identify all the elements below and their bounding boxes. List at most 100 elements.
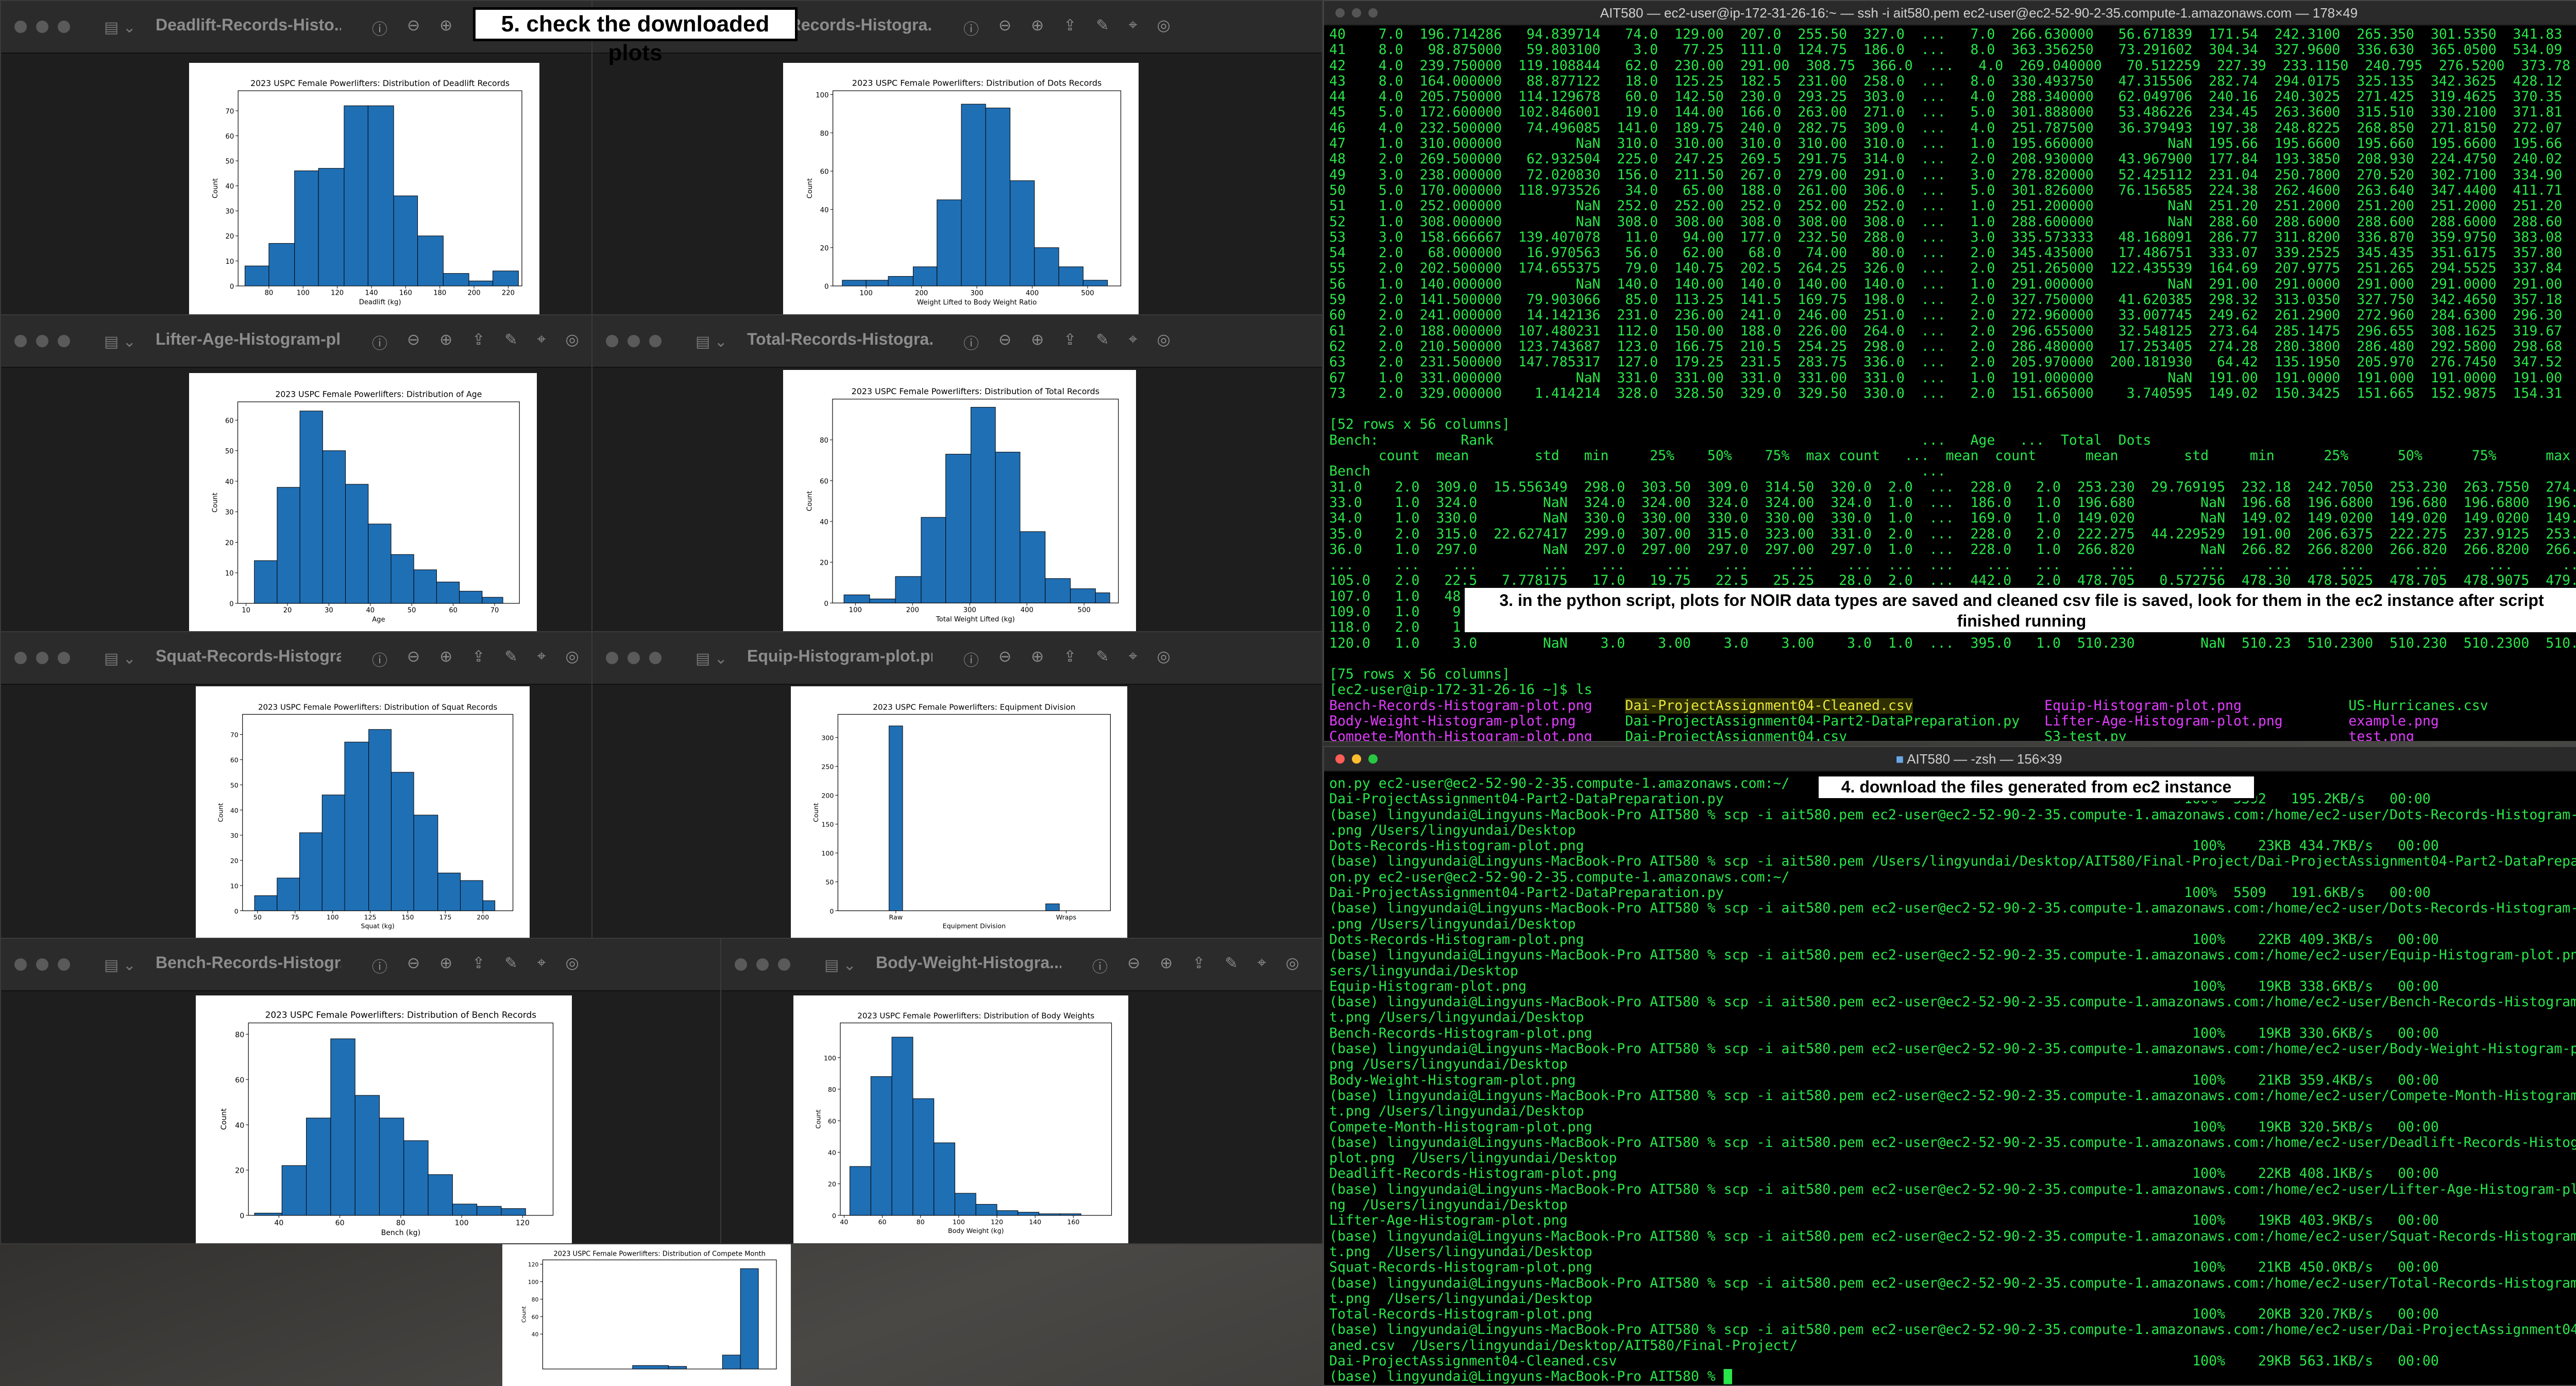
- close-button[interactable]: [14, 21, 27, 33]
- sidebar-icon[interactable]: ▤ ⌄: [104, 19, 136, 37]
- info-icon[interactable]: ⓘ: [963, 331, 979, 353]
- search-icon[interactable]: ◎: [565, 648, 579, 670]
- preview-tools[interactable]: ⓘ ⊖ ⊕ ⇪ ✎ ⌖ ◎: [372, 954, 579, 977]
- share-icon[interactable]: ⇪: [1063, 331, 1076, 353]
- preview-window[interactable]: ▤ ⌄Deadlift-Records-Histo...ⓘ⊖⊕⇪✎⌖◎2023 …: [0, 0, 594, 317]
- rotate-icon[interactable]: ⌖: [1129, 16, 1138, 39]
- minimize-button[interactable]: [36, 335, 48, 347]
- preview-tools[interactable]: ⓘ ⊖ ⊕ ⇪ ✎ ⌖ ◎: [1092, 954, 1299, 977]
- rotate-icon[interactable]: ⌖: [537, 648, 546, 670]
- zoom-button[interactable]: [58, 652, 70, 664]
- rotate-icon[interactable]: ⌖: [1129, 648, 1138, 670]
- close-button[interactable]: [14, 958, 27, 971]
- share-icon[interactable]: ⇪: [1063, 648, 1076, 670]
- share-icon[interactable]: ⇪: [472, 331, 485, 353]
- info-icon[interactable]: ⓘ: [963, 16, 979, 39]
- sidebar-icon[interactable]: ▤ ⌄: [824, 956, 856, 974]
- rotate-icon[interactable]: ⌖: [1129, 331, 1138, 353]
- zoom-in-icon[interactable]: ⊕: [439, 16, 452, 39]
- window-controls[interactable]: [735, 958, 790, 971]
- info-icon[interactable]: ⓘ: [372, 16, 387, 39]
- info-icon[interactable]: ⓘ: [1092, 954, 1108, 977]
- preview-toolbar[interactable]: ▤ ⌄ Squat-Records-Histogra... ⓘ ⊖ ⊕ ⇪ ✎ ⌖ ◎: [1, 632, 592, 685]
- zoom-out-icon[interactable]: ⊖: [407, 648, 420, 670]
- zoom-button[interactable]: [58, 21, 70, 33]
- preview-window[interactable]: ▤ ⌄ Bench-Records-Histogr... ⓘ ⊖ ⊕ ⇪ ✎ ⌖ ◎ 2023 U…: [0, 938, 722, 1244]
- window-controls[interactable]: [606, 335, 662, 347]
- preview-window[interactable]: ▤ ⌄ Body-Weight-Histogra... ⓘ ⊖ ⊕ ⇪ ✎ ⌖ ◎ 2023 US…: [720, 938, 1323, 1244]
- share-icon[interactable]: ⇪: [1063, 16, 1076, 39]
- markup-icon[interactable]: ✎: [504, 648, 517, 670]
- zoom-button[interactable]: [649, 335, 662, 347]
- info-icon[interactable]: ⓘ: [372, 331, 387, 353]
- markup-icon[interactable]: ✎: [1096, 16, 1109, 39]
- preview-tools[interactable]: ⓘ ⊖ ⊕ ⇪ ✎ ⌖ ◎: [963, 16, 1171, 39]
- window-controls[interactable]: [14, 958, 70, 971]
- markup-icon[interactable]: ✎: [1096, 331, 1109, 353]
- sidebar-icon[interactable]: ▤ ⌄: [104, 333, 136, 351]
- preview-toolbar[interactable]: ▤ ⌄ Lifter-Age-Histogram-pl... ⓘ ⊖ ⊕ ⇪ ✎ ⌖ ◎: [1, 315, 592, 368]
- share-icon[interactable]: ⇪: [472, 648, 485, 670]
- minimize-button[interactable]: [756, 958, 769, 971]
- markup-icon[interactable]: ✎: [504, 954, 517, 977]
- preview-toolbar[interactable]: ▤ ⌄ Total-Records-Histogra... ⓘ ⊖ ⊕ ⇪ ✎ ⌖ ◎: [592, 315, 1322, 368]
- zoom-in-icon[interactable]: ⊕: [439, 954, 452, 977]
- search-icon[interactable]: ◎: [565, 954, 579, 977]
- terminal-title-bar[interactable]: ■ AIT580 — -zsh — 156×39: [1324, 747, 2576, 772]
- minimize-button[interactable]: [36, 958, 48, 971]
- zoom-out-icon[interactable]: ⊖: [407, 331, 420, 353]
- zoom-button[interactable]: [778, 958, 790, 971]
- zoom-in-icon[interactable]: ⊕: [439, 331, 452, 353]
- search-icon[interactable]: ◎: [1285, 954, 1299, 977]
- minimize-button[interactable]: [628, 335, 640, 347]
- sidebar-icon[interactable]: ▤ ⌄: [104, 956, 136, 974]
- preview-window[interactable]: ▤ ⌄ Lifter-Age-Histogram-pl... ⓘ ⊖ ⊕ ⇪ ✎ ⌖ ◎ 2023…: [0, 314, 594, 634]
- sidebar-icon[interactable]: ▤ ⌄: [696, 650, 727, 668]
- minimize-button[interactable]: [36, 652, 48, 664]
- rotate-icon[interactable]: ⌖: [1258, 954, 1266, 977]
- zoom-out-icon[interactable]: ⊖: [998, 331, 1011, 353]
- zoom-in-icon[interactable]: ⊕: [1031, 16, 1044, 39]
- window-controls[interactable]: [14, 21, 70, 33]
- zoom-out-icon[interactable]: ⊖: [407, 954, 420, 977]
- zoom-in-icon[interactable]: ⊕: [439, 648, 452, 670]
- preview-window[interactable]: ▤ ⌄Dots-Records-Histogra...ⓘ⊖⊕⇪✎⌖◎2023 U…: [591, 0, 1323, 317]
- preview-toolbar[interactable]: ▤ ⌄ Bench-Records-Histogr... ⓘ ⊖ ⊕ ⇪ ✎ ⌖ ◎: [1, 939, 721, 991]
- sidebar-icon[interactable]: ▤ ⌄: [104, 650, 136, 668]
- zoom-button[interactable]: [58, 335, 70, 347]
- markup-icon[interactable]: ✎: [504, 331, 517, 353]
- zsh-terminal-window[interactable]: ■ AIT580 — -zsh — 156×39 on.py ec2-user@…: [1323, 746, 2576, 1386]
- window-controls[interactable]: [14, 652, 70, 664]
- search-icon[interactable]: ◎: [1157, 648, 1170, 670]
- search-icon[interactable]: ◎: [1157, 16, 1170, 39]
- preview-tools[interactable]: ⓘ ⊖ ⊕ ⇪ ✎ ⌖ ◎: [372, 648, 579, 670]
- close-button[interactable]: [606, 652, 618, 664]
- search-icon[interactable]: ◎: [565, 331, 579, 353]
- minimize-button[interactable]: [628, 652, 640, 664]
- preview-window[interactable]: ▤ ⌄ Squat-Records-Histogra... ⓘ ⊖ ⊕ ⇪ ✎ ⌖ ◎ 2023 …: [0, 631, 594, 940]
- zoom-in-icon[interactable]: ⊕: [1031, 331, 1044, 353]
- close-button[interactable]: [14, 335, 27, 347]
- preview-tools[interactable]: ⓘ ⊖ ⊕ ⇪ ✎ ⌖ ◎: [963, 648, 1171, 670]
- close-button[interactable]: [14, 652, 27, 664]
- close-button[interactable]: [606, 335, 618, 347]
- zoom-button[interactable]: [58, 958, 70, 971]
- info-icon[interactable]: ⓘ: [372, 648, 387, 670]
- info-icon[interactable]: ⓘ: [963, 648, 979, 670]
- zoom-button[interactable]: [649, 652, 662, 664]
- preview-window[interactable]: ▤ ⌄ Equip-Histogram-plot.png ⓘ ⊖ ⊕ ⇪ ✎ ⌖ ◎ 2023 U…: [591, 631, 1323, 940]
- terminal-output[interactable]: on.py ec2-user@ec2-52-90-2-35.compute-1.…: [1329, 776, 2576, 1385]
- sidebar-icon[interactable]: ▤ ⌄: [696, 333, 727, 351]
- close-button[interactable]: [735, 958, 747, 971]
- markup-icon[interactable]: ✎: [1096, 648, 1109, 670]
- zoom-out-icon[interactable]: ⊖: [998, 648, 1011, 670]
- zoom-out-icon[interactable]: ⊖: [998, 16, 1011, 39]
- markup-icon[interactable]: ✎: [1225, 954, 1238, 977]
- preview-window[interactable]: ▤ ⌄ Total-Records-Histogra... ⓘ ⊖ ⊕ ⇪ ✎ ⌖ ◎ 2023 …: [591, 314, 1323, 634]
- share-icon[interactable]: ⇪: [1192, 954, 1205, 977]
- zoom-out-icon[interactable]: ⊖: [1127, 954, 1140, 977]
- preview-tools[interactable]: ⓘ ⊖ ⊕ ⇪ ✎ ⌖ ◎: [372, 331, 579, 353]
- zoom-out-icon[interactable]: ⊖: [407, 16, 420, 39]
- rotate-icon[interactable]: ⌖: [537, 331, 546, 353]
- share-icon[interactable]: ⇪: [472, 954, 485, 977]
